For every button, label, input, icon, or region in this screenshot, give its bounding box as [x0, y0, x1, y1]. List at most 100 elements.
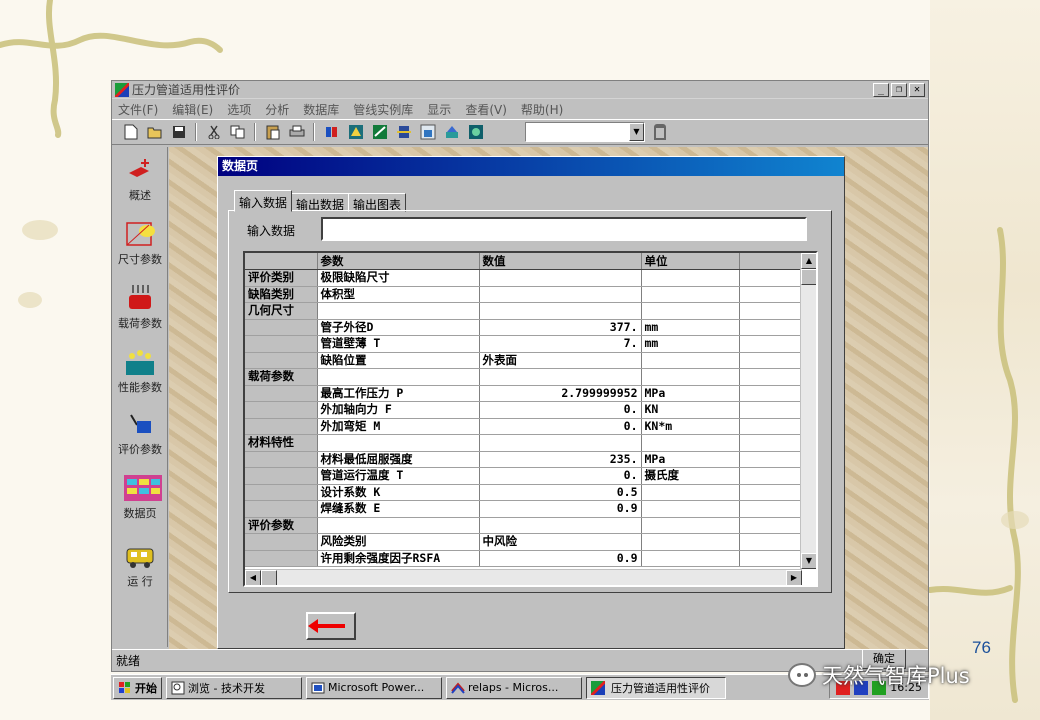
start-button[interactable]: 开始 [113, 676, 162, 699]
table-cell[interactable] [641, 269, 740, 287]
vertical-scrollbar[interactable]: ▲ ▼ [800, 253, 816, 569]
row-header-cell[interactable] [245, 319, 318, 336]
table-cell[interactable] [739, 269, 802, 287]
table-cell[interactable] [641, 484, 740, 501]
scroll-right-icon[interactable]: ▶ [786, 570, 802, 585]
table-cell[interactable] [641, 352, 740, 369]
table-cell[interactable] [739, 319, 802, 336]
chevron-down-icon[interactable]: ▼ [629, 123, 644, 141]
copy-icon[interactable] [227, 122, 248, 142]
column-header[interactable]: 单位 [641, 253, 740, 270]
table-cell[interactable]: 外表面 [479, 352, 642, 369]
table-cell[interactable] [739, 368, 802, 386]
table-cell[interactable]: 管道壁薄 T [317, 335, 480, 353]
scroll-left-icon[interactable]: ◀ [245, 570, 261, 585]
menu-view[interactable]: 查看(V) [465, 101, 507, 118]
table-cell[interactable]: 缺陷位置 [317, 352, 480, 369]
table-cell[interactable]: 外加弯矩 M [317, 418, 480, 435]
paste-icon[interactable] [262, 122, 283, 142]
scroll-up-icon[interactable]: ▲ [801, 253, 816, 269]
table-cell[interactable]: 0. [479, 467, 642, 485]
minimize-button[interactable]: _ [873, 82, 889, 97]
table-cell[interactable] [739, 533, 802, 551]
table-cell[interactable]: 许用剩余强度因子RSFA [317, 550, 480, 567]
tool-1-icon[interactable] [321, 122, 342, 142]
table-cell[interactable] [739, 302, 802, 320]
table-cell[interactable] [317, 368, 480, 386]
row-header-cell[interactable] [245, 451, 318, 468]
menu-analysis[interactable]: 分析 [265, 101, 289, 118]
menu-edit[interactable]: 编辑(E) [172, 101, 213, 118]
table-cell[interactable] [739, 434, 802, 452]
row-header-cell[interactable] [245, 467, 318, 485]
table-cell[interactable] [739, 500, 802, 518]
row-header-cell[interactable] [245, 550, 318, 567]
data-grid[interactable]: 参数 数值 单位 评价类别 极限缺陷尺寸 缺陷类别 体积型 几何尺寸 管子外径D 377. mm 管道… [243, 251, 818, 587]
tool-3-icon[interactable] [369, 122, 390, 142]
table-cell[interactable]: 0. [479, 418, 642, 435]
back-button[interactable] [306, 612, 356, 640]
table-cell[interactable] [317, 302, 480, 320]
table-cell[interactable] [641, 517, 740, 534]
table-cell[interactable]: 设计系数 K [317, 484, 480, 501]
table-cell[interactable]: 极限缺陷尺寸 [317, 269, 480, 287]
table-cell[interactable]: 最高工作压力 P [317, 385, 480, 402]
tool-6-icon[interactable] [441, 122, 462, 142]
sidebar-item-run[interactable]: 运 行 [112, 541, 168, 589]
row-header-cell[interactable]: 几何尺寸 [245, 302, 318, 320]
table-cell[interactable] [739, 401, 802, 419]
table-cell[interactable] [317, 434, 480, 452]
table-cell[interactable] [739, 451, 802, 468]
table-cell[interactable] [739, 286, 802, 303]
table-cell[interactable] [641, 302, 740, 320]
toolbar-combo[interactable]: ▼ [525, 122, 645, 142]
column-header[interactable]: 参数 [317, 253, 480, 270]
table-cell[interactable] [739, 335, 802, 353]
menu-file[interactable]: 文件(F) [118, 101, 158, 118]
table-cell[interactable]: 风险类别 [317, 533, 480, 551]
menu-display[interactable]: 显示 [427, 101, 451, 118]
sidebar-item-datasheet[interactable]: 数据页 [112, 473, 168, 521]
vertical-scroll-thumb[interactable] [801, 269, 816, 285]
table-cell[interactable]: 7. [479, 335, 642, 353]
tool-4-icon[interactable] [393, 122, 414, 142]
restore-button[interactable]: ❐ [891, 82, 907, 97]
table-cell[interactable]: KN [641, 401, 740, 419]
table-cell[interactable]: 管子外径D [317, 319, 480, 336]
table-cell[interactable]: 中风险 [479, 533, 642, 551]
table-cell[interactable] [739, 550, 802, 567]
input-data-field[interactable] [321, 217, 807, 241]
column-header[interactable]: 数值 [479, 253, 642, 270]
sidebar-item-performance[interactable]: 性能参数 [112, 347, 168, 395]
row-header-cell[interactable]: 评价参数 [245, 517, 318, 534]
tab-input-data[interactable]: 输入数据 [234, 190, 293, 212]
table-cell[interactable] [641, 286, 740, 303]
table-cell[interactable]: 管道运行温度 T [317, 467, 480, 485]
tool-7-icon[interactable] [465, 122, 486, 142]
table-cell[interactable] [479, 286, 642, 303]
table-cell[interactable]: MPa [641, 451, 740, 468]
table-cell[interactable] [479, 434, 642, 452]
close-button[interactable]: ✕ [909, 82, 925, 97]
table-cell[interactable]: 0.5 [479, 484, 642, 501]
table-cell[interactable]: mm [641, 319, 740, 336]
menu-pipeline-library[interactable]: 管线实例库 [353, 101, 413, 118]
menu-database[interactable]: 数据库 [303, 101, 339, 118]
save-icon[interactable] [168, 122, 189, 142]
table-cell[interactable] [317, 517, 480, 534]
row-header-cell[interactable] [245, 418, 318, 435]
table-cell[interactable] [739, 467, 802, 485]
table-cell[interactable] [479, 269, 642, 287]
table-cell[interactable]: 焊缝系数 E [317, 500, 480, 518]
table-cell[interactable] [641, 368, 740, 386]
row-header-cell[interactable] [245, 500, 318, 518]
table-cell[interactable]: 235. [479, 451, 642, 468]
table-cell[interactable]: 2.799999952 [479, 385, 642, 402]
horizontal-scroll-thumb[interactable] [261, 570, 277, 585]
table-cell[interactable] [739, 517, 802, 534]
row-header-cell[interactable]: 材料特性 [245, 434, 318, 452]
tool-2-icon[interactable] [345, 122, 366, 142]
table-cell[interactable]: 377. [479, 319, 642, 336]
tool-5-icon[interactable] [417, 122, 438, 142]
row-header-cell[interactable]: 载荷参数 [245, 368, 318, 386]
